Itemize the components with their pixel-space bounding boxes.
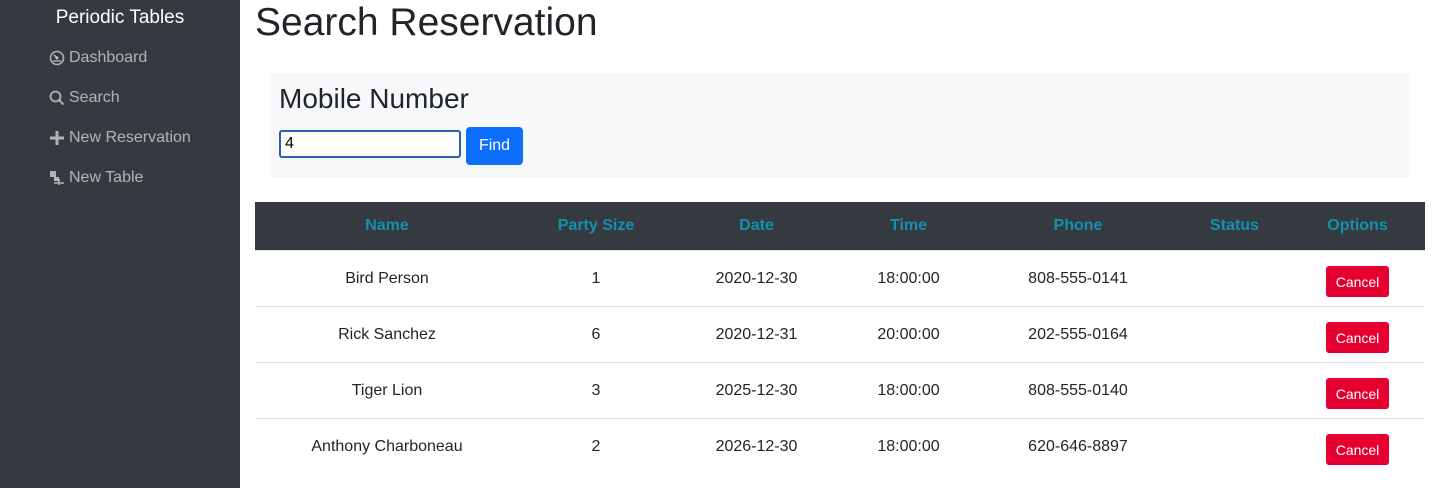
- cell-date: 2020-12-30: [715, 269, 798, 287]
- cancel-button[interactable]: Cancel: [1326, 434, 1389, 466]
- sidebar-item-search[interactable]: Search: [48, 86, 120, 110]
- cell-phone: 620-646-8897: [1028, 437, 1128, 455]
- cell-options: Cancel: [1290, 419, 1425, 475]
- cell-time: 18:00:00: [877, 269, 940, 287]
- cell-time: 18:00:00: [877, 381, 940, 399]
- cell-party-size: 3: [591, 381, 601, 399]
- cell-name: Tiger Lion: [351, 381, 423, 399]
- table-row: Anthony Charboneau 2 2026-12-30 18:00:00…: [255, 418, 1425, 475]
- sidebar-item-label: New Reservation: [69, 129, 191, 146]
- column-header-status: Status: [1210, 217, 1259, 234]
- column-header-date: Date: [739, 217, 774, 234]
- sidebar-item-label: Dashboard: [69, 49, 148, 66]
- cell-date: 2026-12-30: [715, 437, 798, 455]
- reservations-table: Name Party Size Date Time Phone Status O…: [255, 202, 1425, 475]
- sidebar-item-new-reservation[interactable]: New Reservation: [48, 126, 191, 150]
- cell-name: Bird Person: [345, 269, 429, 287]
- cell-phone: 808-555-0140: [1028, 381, 1128, 399]
- cell-name: Rick Sanchez: [338, 325, 436, 343]
- sidebar-item-dashboard[interactable]: Dashboard: [48, 46, 147, 70]
- table-header-row: Name Party Size Date Time Phone Status O…: [255, 202, 1425, 251]
- cell-options: Cancel: [1290, 307, 1425, 363]
- sidebar-item-label: Search: [69, 89, 120, 106]
- cancel-button[interactable]: Cancel: [1326, 378, 1389, 409]
- search-form: Mobile Number Find: [271, 73, 1409, 177]
- cell-status: [1179, 363, 1290, 419]
- table-row: Bird Person 1 2020-12-30 18:00:00 808-55…: [255, 250, 1425, 307]
- cell-name: Anthony Charboneau: [311, 437, 463, 455]
- cell-status: [1179, 307, 1290, 363]
- column-header-name: Name: [365, 217, 409, 234]
- sidebar-item-label: New Table: [69, 169, 144, 186]
- brand-title[interactable]: Periodic Tables: [0, 6, 240, 30]
- cell-time: 20:00:00: [877, 325, 940, 343]
- cell-options: Cancel: [1290, 251, 1425, 307]
- cell-status: [1179, 251, 1290, 307]
- cell-party-size: 6: [591, 325, 601, 343]
- cell-phone: 808-555-0141: [1028, 269, 1128, 287]
- table-row: Rick Sanchez 6 2020-12-31 20:00:00 202-5…: [255, 306, 1425, 363]
- find-button[interactable]: Find: [466, 127, 523, 165]
- sidebar: Periodic Tables Dashboard Search New Res…: [0, 0, 240, 488]
- cell-options: Cancel: [1290, 363, 1425, 419]
- column-header-time: Time: [889, 217, 928, 234]
- table-row: Tiger Lion 3 2025-12-30 18:00:00 808-555…: [255, 362, 1425, 419]
- page-title: Search Reservation: [255, 1, 598, 44]
- cell-party-size: 1: [591, 269, 601, 287]
- cell-party-size: 2: [591, 437, 601, 455]
- column-header-phone: Phone: [1053, 217, 1103, 234]
- column-header-party-size: Party Size: [557, 217, 635, 234]
- plus-icon: [48, 129, 66, 147]
- sidebar-item-new-table[interactable]: New Table: [48, 166, 143, 190]
- cell-phone: 202-555-0164: [1028, 325, 1128, 343]
- dashboard-icon: [48, 49, 66, 67]
- cancel-button[interactable]: Cancel: [1326, 322, 1389, 353]
- mobile-number-input[interactable]: [279, 130, 461, 158]
- cancel-button[interactable]: Cancel: [1326, 266, 1389, 297]
- search-icon: [48, 89, 66, 107]
- mobile-number-heading: Mobile Number: [279, 83, 469, 114]
- cell-date: 2025-12-30: [715, 381, 798, 399]
- table-icon: [48, 169, 66, 187]
- column-header-options: Options: [1327, 217, 1388, 234]
- cell-status: [1179, 419, 1290, 475]
- cell-time: 18:00:00: [877, 437, 940, 455]
- cell-date: 2020-12-31: [715, 325, 798, 343]
